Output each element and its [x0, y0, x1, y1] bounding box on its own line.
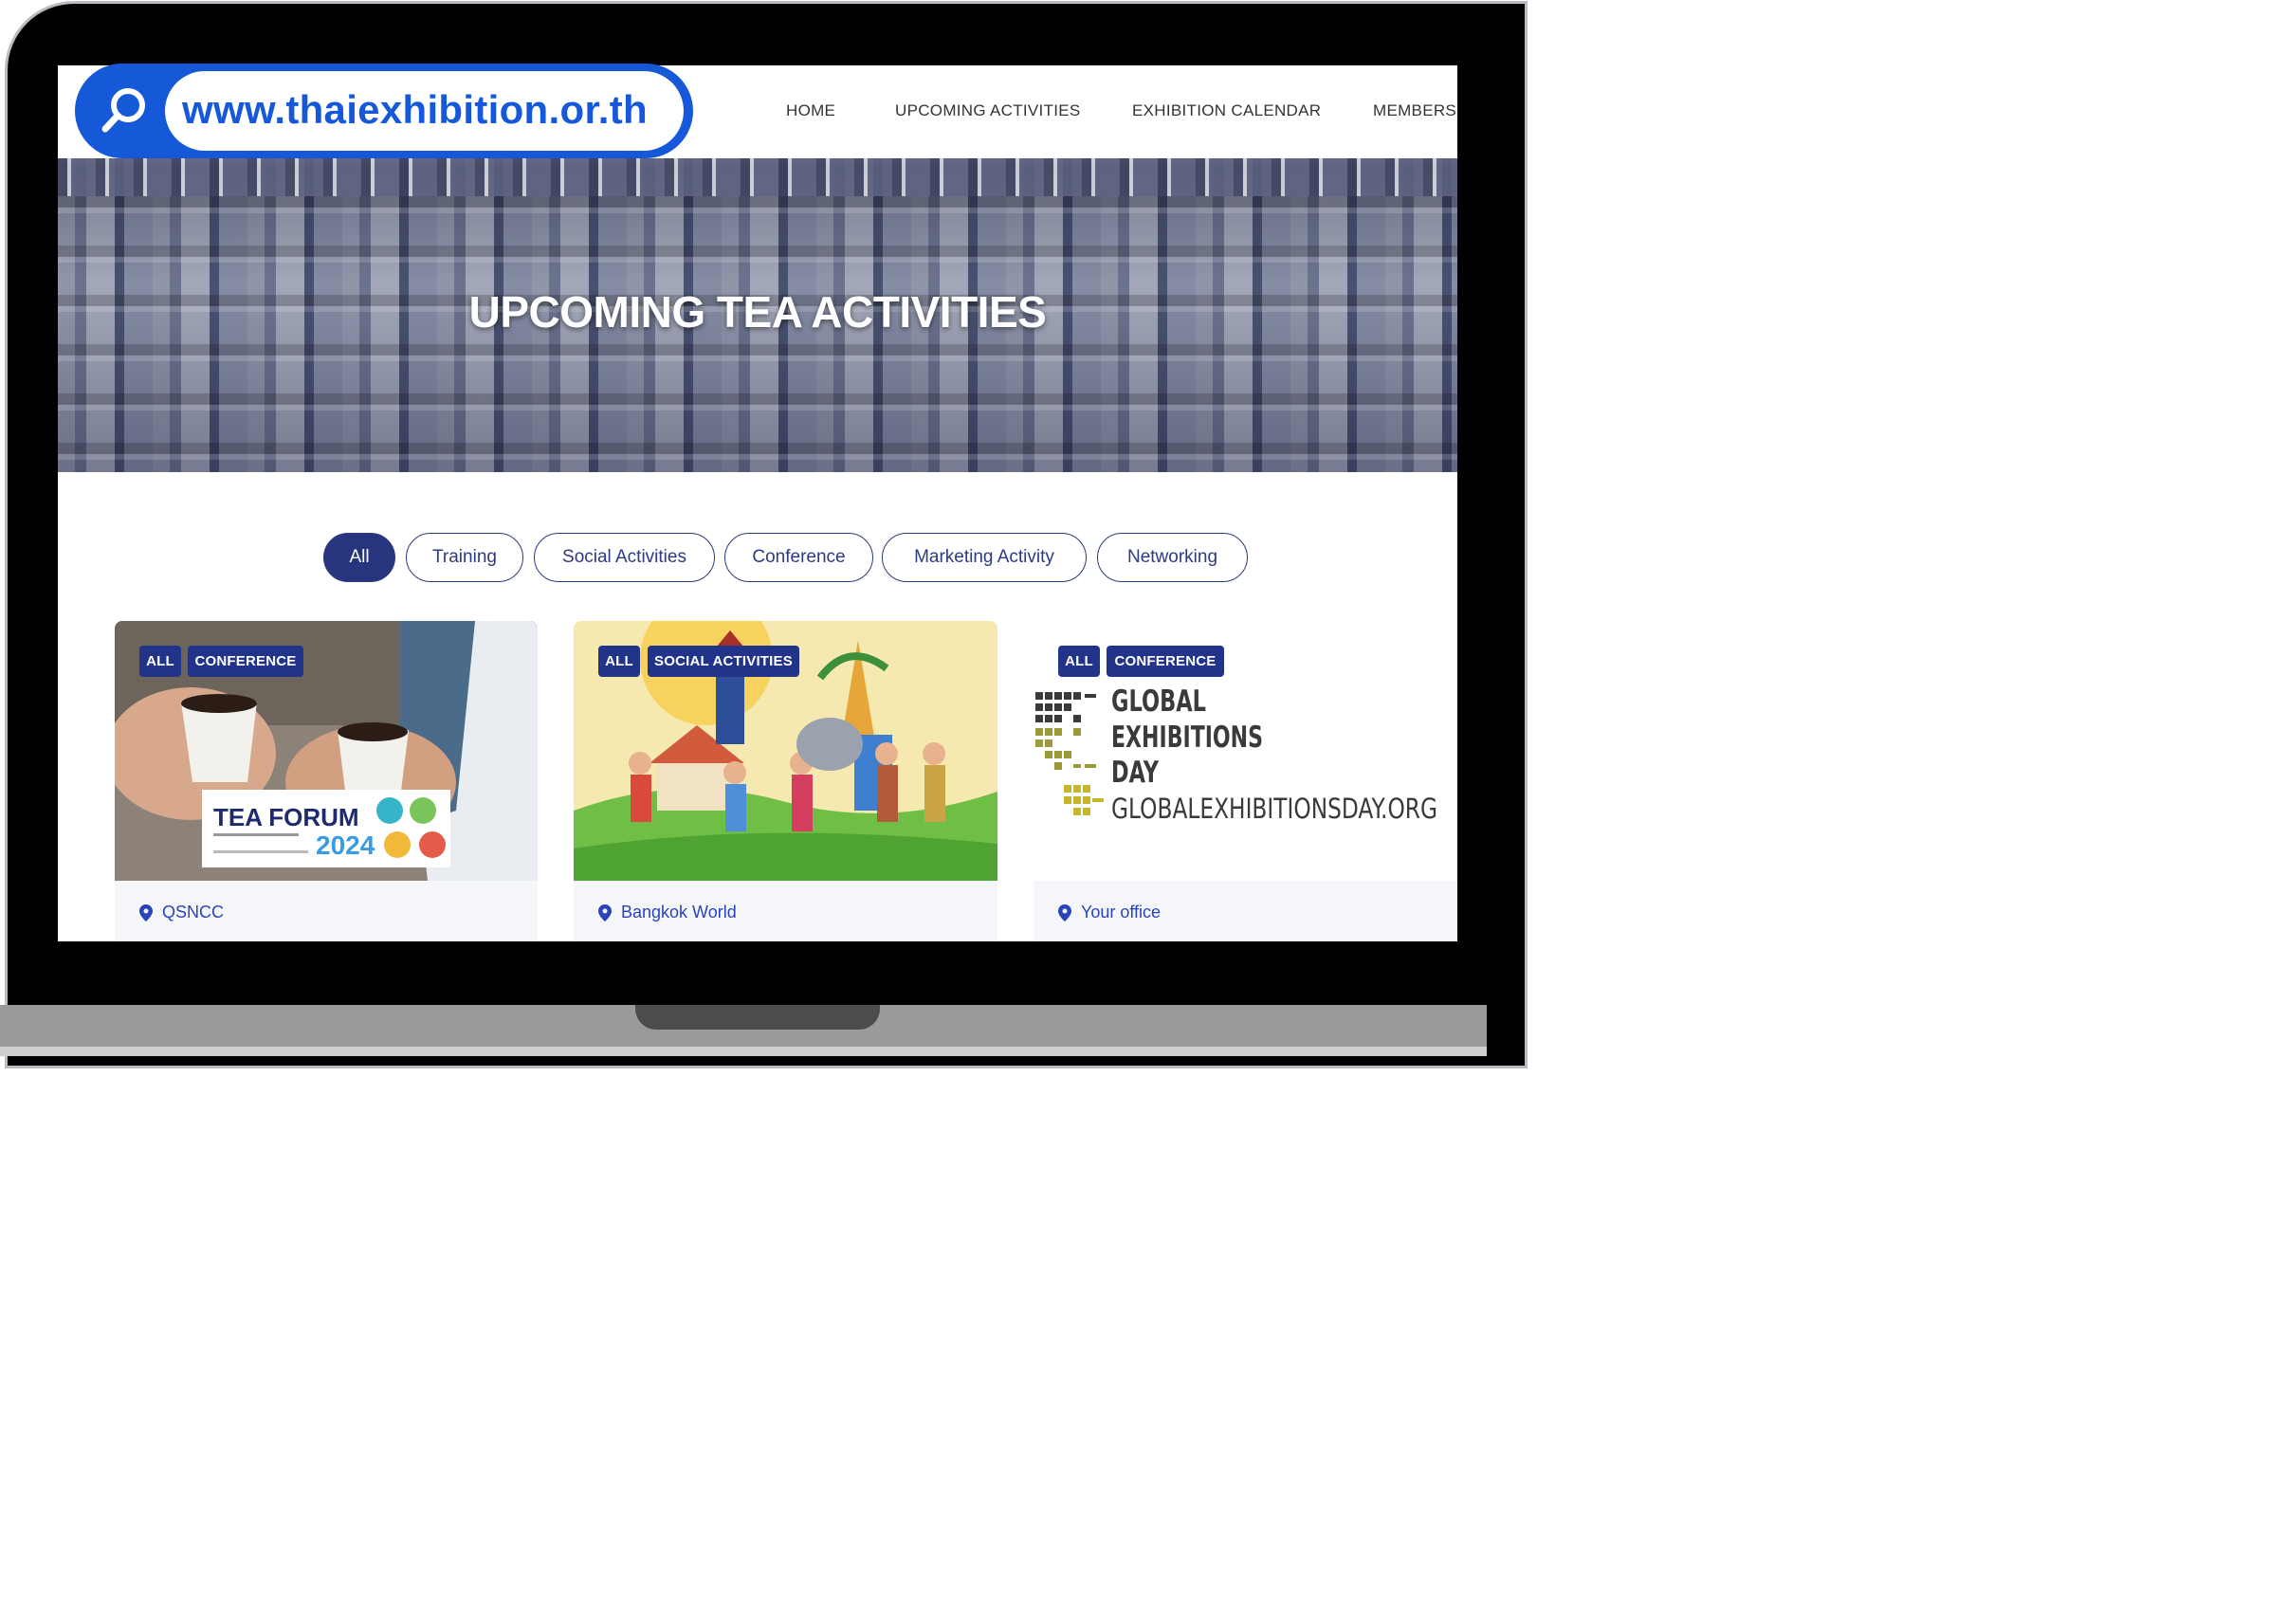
filter-all[interactable]: All [323, 533, 395, 582]
activity-card-tea-forum[interactable]: TEA FORUM 2024 ALL CONFERENCE QSNCC [115, 621, 538, 941]
nav-home[interactable]: HOME [786, 101, 835, 120]
tag-social-activities[interactable]: SOCIAL ACTIVITIES [648, 646, 799, 677]
location-pin-icon [139, 903, 153, 921]
laptop-base-edge [0, 1047, 1487, 1056]
hero-banner: UPCOMING TEA ACTIVITIES [58, 158, 1457, 472]
location-pin-icon [1058, 903, 1071, 921]
ged-line2: EXHIBITIONS [1111, 721, 1263, 755]
activity-card-global-exhibitions-day[interactable]: GLOBAL EXHIBITIONS DAY GLOBALEXHIBITIONS… [1034, 621, 1457, 941]
browser-screen: HOME UPCOMING ACTIVITIES EXHIBITION CALE… [58, 65, 1457, 941]
location-text: QSNCC [162, 903, 225, 921]
hero-roof [58, 158, 1457, 196]
card-location: QSNCC [139, 903, 224, 922]
card-location: Bangkok World [598, 903, 737, 922]
url-text[interactable]: www.thaiexhibition.or.th [182, 87, 648, 133]
nav-exhibition-calendar[interactable]: EXHIBITION CALENDAR [1132, 101, 1321, 120]
activity-card-bangkok-world[interactable]: ALL SOCIAL ACTIVITIES Bangkok World [574, 621, 997, 941]
location-pin-icon [598, 903, 612, 921]
filter-networking[interactable]: Networking [1097, 533, 1248, 582]
laptop-notch [635, 1005, 880, 1030]
nav-membership[interactable]: MEMBERSH [1373, 101, 1457, 120]
card-location: Your office [1058, 903, 1161, 922]
tag-all[interactable]: ALL [1058, 646, 1100, 677]
filter-conference[interactable]: Conference [724, 533, 873, 582]
tag-conference[interactable]: CONFERENCE [188, 646, 303, 677]
hero-title: UPCOMING TEA ACTIVITIES [468, 287, 1047, 337]
search-icon [101, 88, 145, 133]
location-text: Bangkok World [621, 903, 737, 921]
tag-all[interactable]: ALL [598, 646, 640, 677]
nav-upcoming-activities[interactable]: UPCOMING ACTIVITIES [895, 101, 1081, 120]
tag-all[interactable]: ALL [139, 646, 181, 677]
filter-marketing-activity[interactable]: Marketing Activity [882, 533, 1087, 582]
tea-forum-title: TEA FORUM [213, 803, 359, 831]
ged-url: GLOBALEXHIBITIONSDAY.ORG [1111, 793, 1437, 825]
tea-forum-year: 2024 [316, 830, 375, 860]
tag-conference[interactable]: CONFERENCE [1107, 646, 1224, 677]
filter-social-activities[interactable]: Social Activities [534, 533, 715, 582]
filter-training[interactable]: Training [406, 533, 523, 582]
ged-line1: GLOBAL [1111, 684, 1206, 719]
location-text: Your office [1081, 903, 1162, 921]
ged-line3: DAY [1111, 756, 1159, 790]
